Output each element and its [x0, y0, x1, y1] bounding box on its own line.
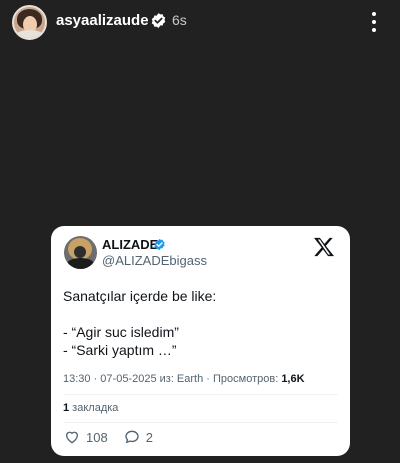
x-logo-icon	[314, 237, 334, 257]
tweet-actions: 108 2	[64, 429, 169, 445]
reply-icon	[125, 430, 139, 443]
tweet-avatar-body	[67, 258, 94, 269]
avatar[interactable]	[12, 5, 47, 40]
divider	[63, 394, 338, 395]
tweet-author-name: ALIZADE	[102, 237, 159, 252]
more-dot	[372, 20, 376, 24]
story-username[interactable]: asyaalizaude	[56, 12, 149, 29]
divider	[63, 422, 338, 423]
tweet-author-handle: @ALIZADEbigass	[102, 253, 207, 268]
avatar-shoulder	[15, 30, 44, 38]
tweet-views: 1,6K	[281, 373, 305, 385]
like-count: 108	[86, 429, 108, 445]
tweet-avatar	[64, 236, 97, 269]
more-dot	[372, 12, 376, 16]
tweet-bookmarks[interactable]: 1 закладка	[63, 402, 118, 414]
more-vertical-icon[interactable]	[368, 10, 380, 34]
tweet-text: Sanatçılar içerde be like: - “Agir suc i…	[63, 287, 339, 359]
tweet-avatar-face	[74, 246, 86, 258]
heart-icon	[65, 431, 79, 444]
more-dot	[372, 28, 376, 32]
tweet-meta: 13:30 · 07-05-2025 из: Earth · Просмотро…	[63, 373, 305, 385]
reply-button[interactable]: 2	[124, 429, 153, 445]
tweet-text-line: Sanatçılar içerde be like:	[63, 288, 217, 304]
verified-badge-icon	[151, 13, 166, 28]
tweet-text-line: - “Agir suc isledim”	[63, 324, 179, 340]
like-button[interactable]: 108	[64, 429, 108, 445]
story-header: asyaalizaude 6s	[0, 0, 400, 44]
bookmarks-label: закладка	[69, 402, 119, 414]
reply-count: 2	[145, 429, 153, 445]
tweet-text-line: - “Sarki yaptım …”	[63, 342, 177, 358]
story-time: 6s	[172, 12, 187, 28]
tweet-verified-icon	[154, 238, 165, 251]
tweet-card[interactable]: ALIZADE @ALIZADEbigass Sanatçılar içerde…	[51, 226, 350, 456]
tweet-meta-prefix: 13:30 · 07-05-2025 из: Earth · Просмотро…	[63, 373, 282, 385]
